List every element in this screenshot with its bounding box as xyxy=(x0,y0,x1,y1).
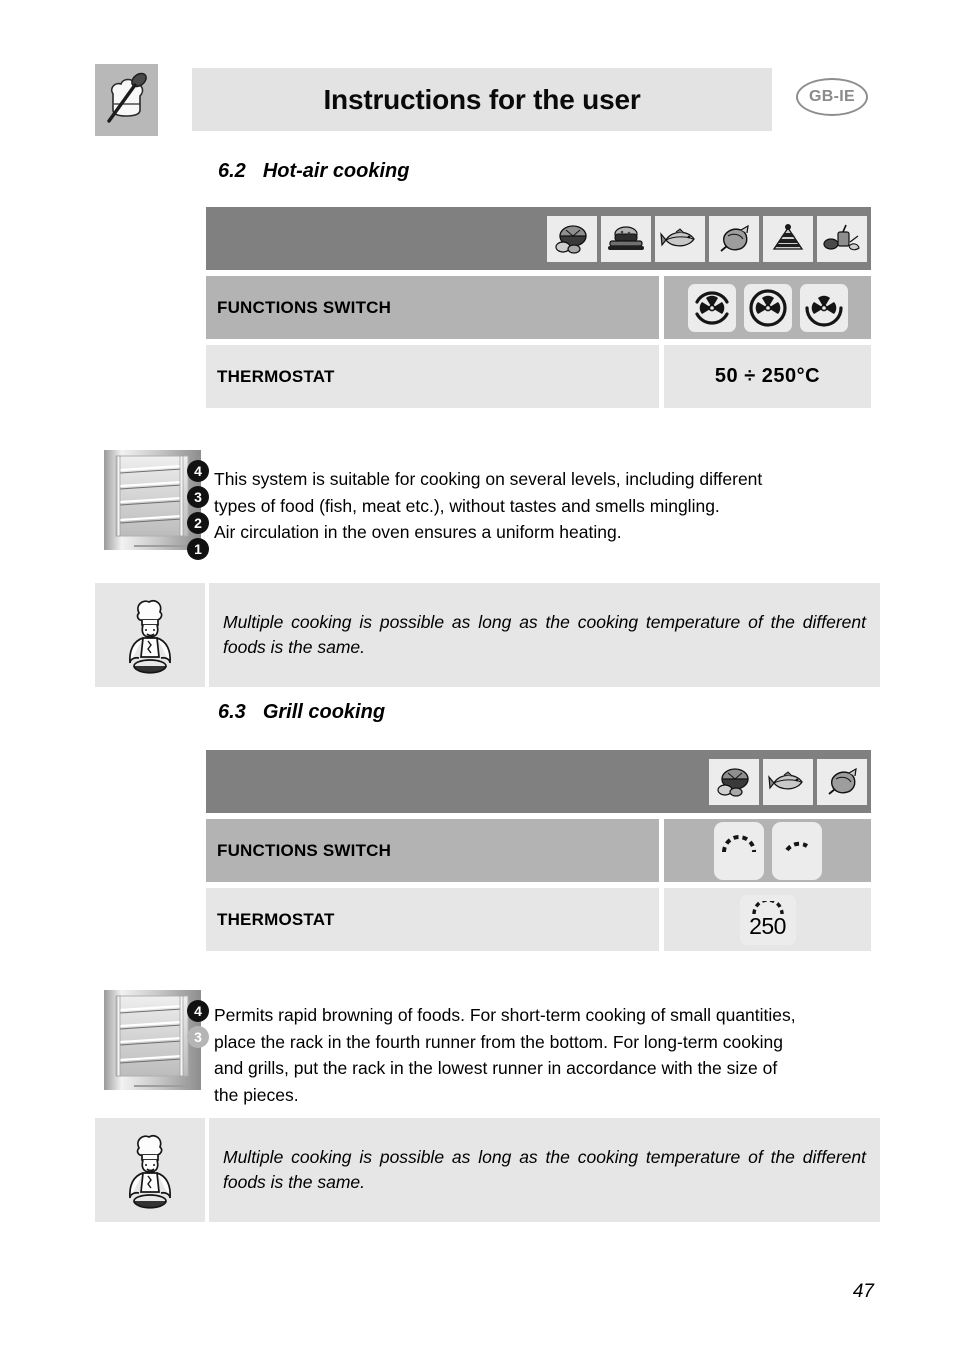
grill-note: Multiple cooking is possible as long as … xyxy=(95,1118,880,1222)
thermostat-label: THERMOSTAT xyxy=(206,345,659,408)
thermostat-row: THERMOSTAT 50 ÷ 250°C xyxy=(206,345,871,408)
vegetables-icon xyxy=(817,215,867,262)
chef-illustration-icon xyxy=(95,583,205,687)
grill-body-text: Permits rapid browning of foods. For sho… xyxy=(214,1002,954,1108)
meat-icon xyxy=(709,758,759,805)
fan-circular-icon xyxy=(743,283,792,332)
section-number: 6.3 xyxy=(218,701,246,723)
fish-icon xyxy=(763,758,813,805)
hot-air-description: 4 3 2 1 This system is suitable for cook… xyxy=(104,450,884,560)
rack-level-4: 4 xyxy=(187,1000,209,1022)
thermostat-range: 50 ÷ 250°C xyxy=(714,365,821,387)
section-title: Hot-air cooking xyxy=(262,160,410,182)
section-number: 6.2 xyxy=(218,160,246,182)
body-line: Permits rapid browning of foods. For sho… xyxy=(214,1005,796,1025)
chicken-icon xyxy=(709,215,759,262)
rack-level-1: 1 xyxy=(187,538,209,560)
food-icon-row xyxy=(206,750,871,813)
chef-hat-spoon-icon xyxy=(95,64,158,136)
rack-level-3: 3 xyxy=(187,1026,209,1048)
grill-full-icon xyxy=(713,821,764,880)
grill-half-icon xyxy=(771,821,822,880)
functions-switch-label: FUNCTIONS SWITCH xyxy=(206,819,659,882)
document-page: Instructions for the user GB-IE 6.2 Hot-a… xyxy=(0,0,954,1352)
fan-heat-bottom-icon xyxy=(799,283,848,332)
note-body: Multiple cooking is possible as long as … xyxy=(209,1118,880,1222)
grill-temperature-icon: 250 xyxy=(739,894,796,945)
spec-table-grill: FUNCTIONS SWITCH THERMOSTAT 250 xyxy=(206,750,871,951)
rack-level-numbers: 4 3 xyxy=(187,1000,213,1052)
header-title-bar: Instructions for the user xyxy=(192,68,772,131)
grill-description: 4 3 Permits rapid browning of foods. For… xyxy=(104,990,884,1105)
body-line: the pieces. xyxy=(214,1084,299,1105)
body-line: This system is suitable for cooking on s… xyxy=(214,469,763,489)
functions-switch-value xyxy=(664,276,871,339)
page-header: Instructions for the user GB-IE xyxy=(95,64,880,136)
section-heading-6-3: 6.3 Grill cooking xyxy=(218,701,385,724)
thermostat-row: THERMOSTAT 250 xyxy=(206,888,871,951)
body-line: types of food (fish, meat etc.), without… xyxy=(214,495,720,516)
meat-icon xyxy=(547,215,597,262)
cake-icon xyxy=(763,215,813,262)
functions-switch-value xyxy=(664,819,871,882)
section-heading-6-2: 6.2 Hot-air cooking xyxy=(218,160,409,183)
body-line: place the rack in the fourth runner from… xyxy=(214,1031,784,1052)
page-number: 47 xyxy=(852,1281,874,1302)
rack-level-2: 2 xyxy=(187,512,209,534)
roast-loaf-icon xyxy=(601,215,651,262)
functions-switch-row: FUNCTIONS SWITCH xyxy=(206,819,871,882)
body-line: and grills, put the rack in the lowest r… xyxy=(214,1058,778,1078)
hot-air-note: Multiple cooking is possible as long as … xyxy=(95,583,880,687)
thermostat-value: 250 xyxy=(664,888,871,951)
page-title: Instructions for the user xyxy=(323,83,641,115)
functions-switch-row: FUNCTIONS SWITCH xyxy=(206,276,871,339)
functions-switch-label: FUNCTIONS SWITCH xyxy=(206,276,659,339)
rack-level-3: 3 xyxy=(187,486,209,508)
food-icon-row xyxy=(206,207,871,270)
note-text: Multiple cooking is possible as long as … xyxy=(223,1147,866,1192)
note-body: Multiple cooking is possible as long as … xyxy=(209,583,880,687)
rack-level-numbers: 4 3 2 1 xyxy=(187,460,213,564)
thermostat-value: 50 ÷ 250°C xyxy=(664,345,871,408)
hot-air-body-text: This system is suitable for cooking on s… xyxy=(214,466,954,546)
chicken-icon xyxy=(817,758,867,805)
chef-illustration-icon xyxy=(95,1118,205,1222)
body-line: Air circulation in the oven ensures a un… xyxy=(214,522,622,542)
grill-temperature-value: 250 xyxy=(749,913,786,939)
section-title: Grill cooking xyxy=(262,701,386,723)
note-text: Multiple cooking is possible as long as … xyxy=(223,612,866,657)
rack-level-4: 4 xyxy=(187,460,209,482)
thermostat-label: THERMOSTAT xyxy=(206,888,659,951)
spec-table-hot-air: FUNCTIONS SWITCH THERMOSTAT 50 ÷ 250°C xyxy=(206,207,871,408)
language-badge: GB-IE xyxy=(796,78,868,116)
fish-icon xyxy=(655,215,705,262)
fan-heat-top-bottom-icon xyxy=(687,283,736,332)
